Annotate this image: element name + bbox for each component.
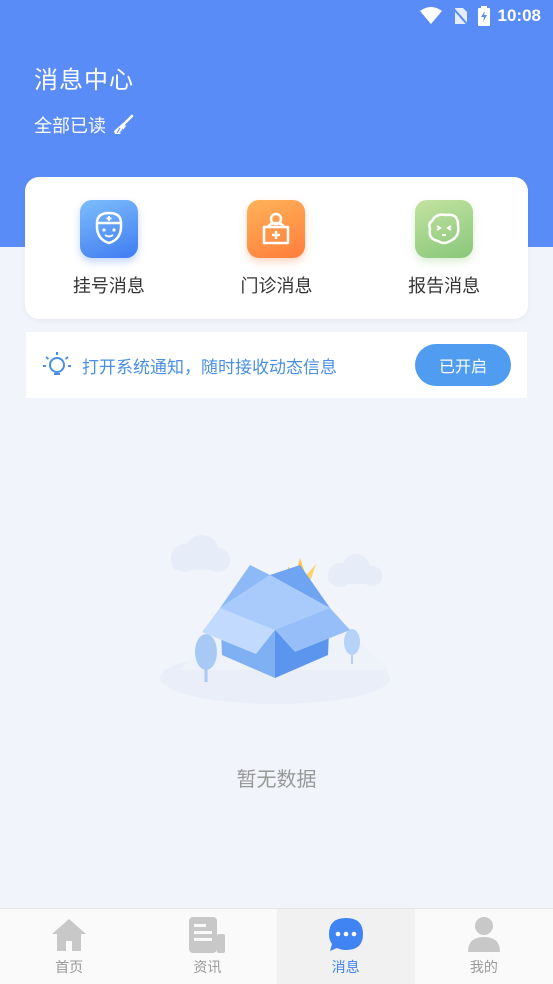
battery-charging-icon xyxy=(477,6,490,26)
page-title: 消息中心 xyxy=(34,66,134,94)
no-sim-icon xyxy=(451,7,468,25)
tab-mine[interactable]: 我的 xyxy=(415,909,553,984)
notification-enabled-button[interactable]: 已开启 xyxy=(415,344,511,386)
empty-box-icon xyxy=(150,530,400,710)
news-icon xyxy=(187,915,227,955)
nurse-icon xyxy=(79,200,138,258)
chat-bubble-icon xyxy=(327,915,365,955)
medical-kit-icon xyxy=(247,200,306,258)
empty-state-text: 暂无数据 xyxy=(236,767,317,791)
notification-text: 打开系统通知，随时接收动态信息 xyxy=(82,357,337,378)
home-icon xyxy=(50,915,88,955)
category-report-messages[interactable]: 报告消息 xyxy=(374,177,514,298)
lightbulb-icon xyxy=(42,350,72,380)
tab-messages[interactable]: 消息 xyxy=(276,909,415,984)
tab-label: 资讯 xyxy=(193,960,222,976)
tab-label: 消息 xyxy=(331,960,360,976)
user-icon xyxy=(466,915,502,955)
category-clinic-messages[interactable]: 门诊消息 xyxy=(206,177,346,298)
category-label: 门诊消息 xyxy=(240,276,313,297)
mark-all-read-label: 全部已读 xyxy=(34,116,106,137)
message-category-card: 挂号消息 门诊消息 报告消息 xyxy=(25,177,528,319)
tab-label: 我的 xyxy=(469,960,498,976)
category-appointment-messages[interactable]: 挂号消息 xyxy=(39,177,179,298)
wifi-icon xyxy=(419,7,442,25)
category-label: 挂号消息 xyxy=(72,276,145,297)
tab-home[interactable]: 首页 xyxy=(0,909,138,984)
status-bar: 10:08 xyxy=(0,0,553,32)
tab-news[interactable]: 资讯 xyxy=(138,909,276,984)
status-time: 10:08 xyxy=(497,6,541,25)
broom-icon xyxy=(112,114,134,136)
notification-banner: 打开系统通知，随时接收动态信息 已开启 xyxy=(26,332,527,398)
category-label: 报告消息 xyxy=(408,276,481,297)
tab-label: 首页 xyxy=(55,960,84,976)
report-face-icon xyxy=(415,200,474,258)
bottom-tab-bar: 首页 资讯 消息 我的 xyxy=(0,908,553,984)
mark-all-read-button[interactable]: 全部已读 xyxy=(34,112,134,138)
